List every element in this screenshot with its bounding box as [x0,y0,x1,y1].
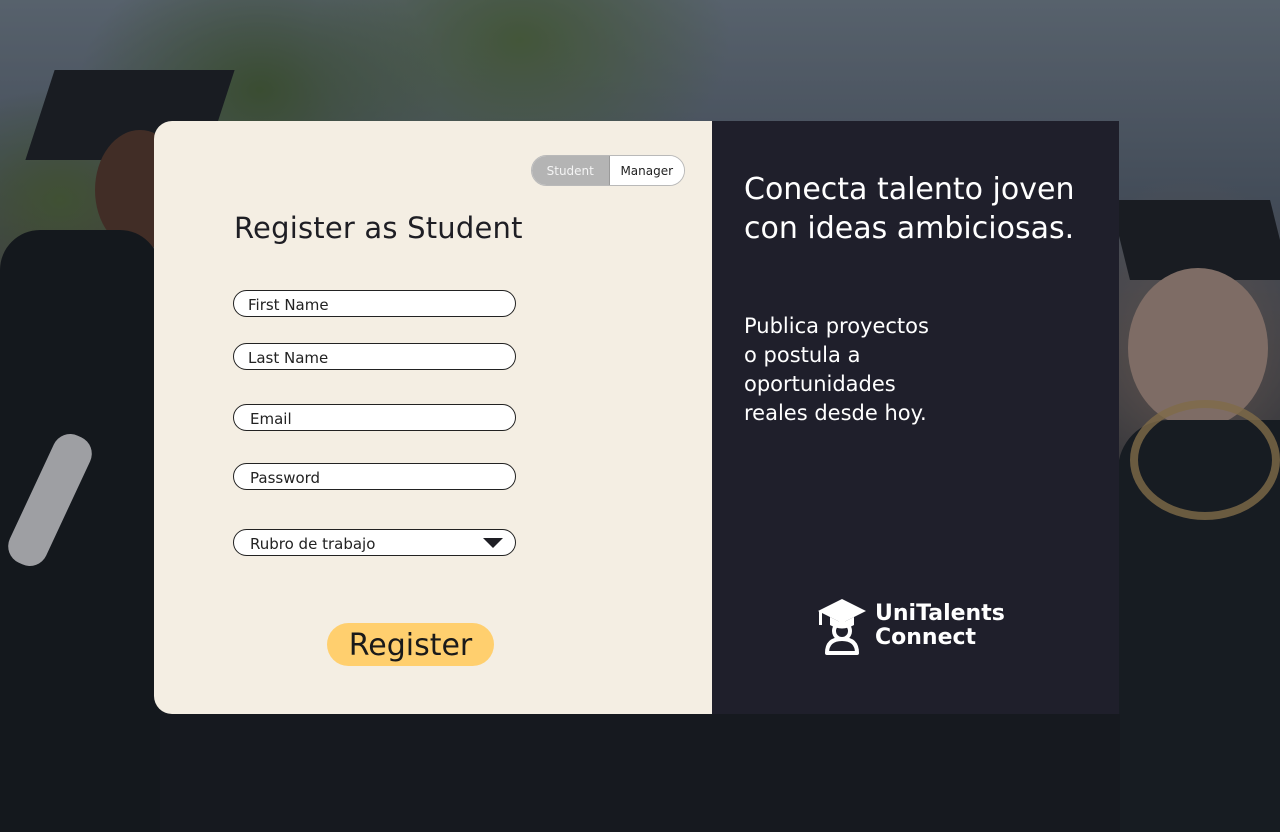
last-name-input[interactable] [248,349,515,367]
first-name-input[interactable] [248,296,515,314]
email-field [233,404,516,431]
brand-name: UniTalents Connect [875,602,1005,650]
promo-subtext-line: reales desde hoy. [744,401,927,425]
email-input[interactable] [250,410,515,428]
last-name-field [233,343,516,370]
rubro-select[interactable]: Rubro de trabajo [233,529,516,556]
toggle-manager[interactable]: Manager [608,156,684,185]
promo-subtext-line: oportunidades [744,372,896,396]
toggle-student[interactable]: Student [532,156,609,185]
page-title: Register as Student [234,211,523,245]
brand-line-2: Connect [875,625,977,650]
rubro-select-value: Rubro de trabajo [250,535,376,553]
chevron-down-icon [483,537,503,548]
register-button[interactable]: Register [327,623,494,666]
promo-headline: Conecta talento joven con ideas ambicios… [744,172,1075,246]
brand-line-1: UniTalents [875,601,1005,626]
brand-logo: UniTalents Connect [817,597,1005,655]
first-name-field [233,290,516,317]
password-input[interactable] [250,469,515,487]
role-toggle: Student Manager [531,155,685,186]
password-field [233,463,516,490]
promo-subtext: Publica proyectos o postula a oportunida… [744,312,984,428]
graduate-cap-person-icon [818,599,866,655]
promo-subtext-line: o postula a [744,343,861,367]
promo-subtext-line: Publica proyectos [744,314,929,338]
